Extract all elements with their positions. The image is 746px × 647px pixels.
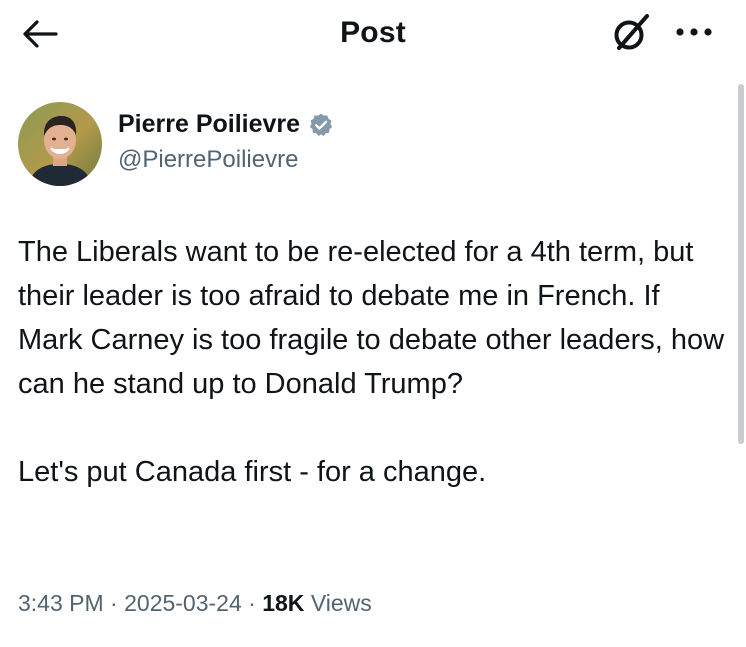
- author-name-row[interactable]: Pierre Poilievre: [118, 110, 334, 139]
- more-options-button[interactable]: [670, 14, 718, 54]
- grok-icon: [609, 11, 653, 60]
- views-count: 18K: [262, 590, 305, 616]
- author-name: Pierre Poilievre: [118, 110, 301, 138]
- tweet-text: The Liberals want to be re-elected for a…: [18, 236, 725, 488]
- avatar-image: [18, 102, 102, 186]
- top-bar: Post: [0, 0, 746, 70]
- tweet-meta: 3:43 PM · 2025-03-24 · 18K Views: [18, 590, 372, 617]
- verified-badge-icon[interactable]: [308, 112, 334, 138]
- meta-separator-2: ·: [248, 590, 256, 616]
- author-handle[interactable]: @PierrePoilievre: [118, 146, 298, 174]
- grok-button[interactable]: [606, 10, 656, 60]
- more-horizontal-icon: [674, 25, 714, 43]
- meta-separator: ·: [110, 590, 118, 616]
- tweet-date[interactable]: 2025-03-24: [124, 590, 242, 616]
- tweet-time[interactable]: 3:43 PM: [18, 590, 104, 616]
- avatar[interactable]: [18, 102, 102, 186]
- views-label: Views: [310, 590, 372, 616]
- scrollbar[interactable]: [738, 84, 744, 444]
